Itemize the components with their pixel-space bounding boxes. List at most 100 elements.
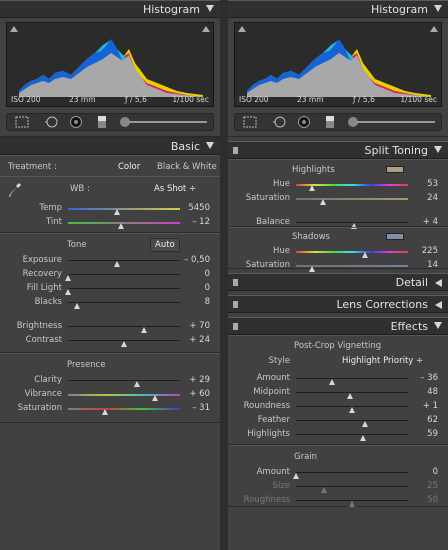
saturation-value[interactable]: – 31 xyxy=(180,403,210,413)
fill-light-value[interactable]: 0 xyxy=(180,283,210,293)
s-sat-value[interactable]: 14 xyxy=(408,260,438,270)
expand-triangle-icon[interactable] xyxy=(435,279,442,287)
red-eye-icon[interactable] xyxy=(69,116,83,128)
shadow-clipping-icon[interactable] xyxy=(238,26,246,32)
contrast-slider-thumb[interactable] xyxy=(121,341,127,347)
crop-overlay-icon[interactable] xyxy=(243,116,257,128)
wb-eyedropper-icon[interactable] xyxy=(8,182,22,200)
vibrance-slider-thumb[interactable] xyxy=(152,395,159,401)
exposure-slider[interactable] xyxy=(68,260,180,261)
g-size-value[interactable]: 25 xyxy=(408,481,438,491)
contrast-value[interactable]: + 24 xyxy=(180,335,210,345)
saturation-slider[interactable] xyxy=(68,408,180,410)
h-sat-value[interactable]: 24 xyxy=(408,193,438,203)
tint-value[interactable]: – 12 xyxy=(180,217,210,227)
treatment-bw-button[interactable]: Black & White xyxy=(157,162,217,172)
tint-slider-thumb[interactable] xyxy=(117,223,124,229)
brightness-value[interactable]: + 70 xyxy=(180,321,210,331)
vibrance-slider[interactable] xyxy=(68,394,180,396)
g-rough-value[interactable]: 50 xyxy=(408,495,438,505)
clarity-slider-thumb[interactable] xyxy=(134,381,141,387)
amount-slider[interactable] xyxy=(296,378,408,379)
saturation-slider-thumb[interactable] xyxy=(101,409,108,415)
s-hue-value[interactable]: 225 xyxy=(408,246,438,256)
histogram-header[interactable]: Histogram xyxy=(0,0,220,18)
spot-removal-icon[interactable] xyxy=(273,116,287,128)
tint-slider[interactable] xyxy=(68,222,180,224)
lens-corrections-header[interactable]: Lens Corrections xyxy=(228,295,448,313)
g-amount-slider[interactable] xyxy=(296,472,408,473)
roundness-slider-thumb[interactable] xyxy=(349,407,355,413)
fill-light-slider[interactable] xyxy=(68,288,180,289)
blacks-value[interactable]: 8 xyxy=(180,297,210,307)
roundness-value[interactable]: + 1 xyxy=(408,401,438,411)
g-rough-slider-thumb[interactable] xyxy=(349,501,355,507)
balance-value[interactable]: + 4 xyxy=(408,217,438,227)
feather-slider-thumb[interactable] xyxy=(362,421,369,427)
g-size-slider-thumb[interactable] xyxy=(321,487,327,493)
spot-removal-icon[interactable] xyxy=(45,116,59,128)
temp-value[interactable]: 5450 xyxy=(180,203,210,213)
exposure-value[interactable]: – 0,50 xyxy=(180,255,210,265)
panel-switch-icon[interactable] xyxy=(233,301,238,308)
graduated-filter-icon[interactable] xyxy=(95,116,109,128)
shadow-clipping-icon[interactable] xyxy=(10,26,18,32)
temp-slider-thumb[interactable] xyxy=(114,209,121,215)
amount-slider-thumb[interactable] xyxy=(328,379,335,385)
amount-value[interactable]: – 36 xyxy=(408,373,438,383)
s-hue-slider[interactable] xyxy=(296,251,408,253)
panel-switch-icon[interactable] xyxy=(233,279,238,286)
effects-header[interactable]: Effects xyxy=(228,317,448,335)
collapse-triangle-icon[interactable] xyxy=(434,5,442,12)
clarity-value[interactable]: + 29 xyxy=(180,375,210,385)
g-amount-slider-thumb[interactable] xyxy=(293,473,299,479)
highlights-slider[interactable] xyxy=(296,434,408,435)
red-eye-icon[interactable] xyxy=(297,116,311,128)
temp-slider[interactable] xyxy=(68,208,180,210)
h-sat-slider[interactable] xyxy=(296,198,408,200)
collapse-triangle-icon[interactable] xyxy=(434,146,442,153)
panel-switch-icon[interactable] xyxy=(233,323,238,330)
adjustment-brush-icon[interactable] xyxy=(347,116,437,128)
collapse-triangle-icon[interactable] xyxy=(434,322,442,329)
feather-slider[interactable] xyxy=(296,420,408,421)
adjustment-brush-icon[interactable] xyxy=(119,116,209,128)
feather-value[interactable]: 62 xyxy=(408,415,438,425)
highlights-slider-thumb[interactable] xyxy=(360,435,367,441)
auto-tone-button[interactable]: Auto xyxy=(150,238,180,252)
blacks-slider-thumb[interactable] xyxy=(73,303,80,309)
recovery-slider-thumb[interactable] xyxy=(65,275,71,281)
split-toning-header[interactable]: Split Toning xyxy=(228,141,448,159)
s-sat-slider-thumb[interactable] xyxy=(308,266,315,272)
collapse-triangle-icon[interactable] xyxy=(206,5,214,12)
brightness-slider[interactable] xyxy=(68,326,180,327)
treatment-color-button[interactable]: Color xyxy=(118,162,140,172)
recovery-value[interactable]: 0 xyxy=(180,269,210,279)
recovery-slider[interactable] xyxy=(68,274,180,275)
wb-select[interactable]: As Shot ÷ xyxy=(154,184,196,194)
collapse-triangle-icon[interactable] xyxy=(206,142,214,149)
shadow-color-swatch[interactable] xyxy=(386,233,404,240)
clarity-slider[interactable] xyxy=(68,380,180,381)
highlight-clipping-icon[interactable] xyxy=(202,26,210,32)
highlight-clipping-icon[interactable] xyxy=(430,26,438,32)
basic-header[interactable]: Basic xyxy=(0,137,220,155)
panel-switch-icon[interactable] xyxy=(233,147,238,154)
exposure-slider-thumb[interactable] xyxy=(114,261,121,267)
vibrance-value[interactable]: + 60 xyxy=(180,389,210,399)
fill-light-slider-thumb[interactable] xyxy=(65,289,71,295)
highlights-value[interactable]: 59 xyxy=(408,429,438,439)
midpoint-slider-thumb[interactable] xyxy=(346,393,353,399)
s-hue-slider-thumb[interactable] xyxy=(362,252,369,258)
vignette-style-select[interactable]: Highlight Priority ÷ xyxy=(342,356,423,366)
midpoint-value[interactable]: 48 xyxy=(408,387,438,397)
histogram-header[interactable]: Histogram xyxy=(228,0,448,18)
brightness-slider-thumb[interactable] xyxy=(141,327,148,333)
crop-overlay-icon[interactable] xyxy=(15,116,29,128)
g-amount-value[interactable]: 0 xyxy=(408,467,438,477)
detail-header[interactable]: Detail xyxy=(228,273,448,291)
expand-triangle-icon[interactable] xyxy=(435,301,442,309)
h-hue-slider-thumb[interactable] xyxy=(308,185,315,191)
highlight-color-swatch[interactable] xyxy=(386,166,404,173)
g-size-slider[interactable] xyxy=(296,486,408,487)
